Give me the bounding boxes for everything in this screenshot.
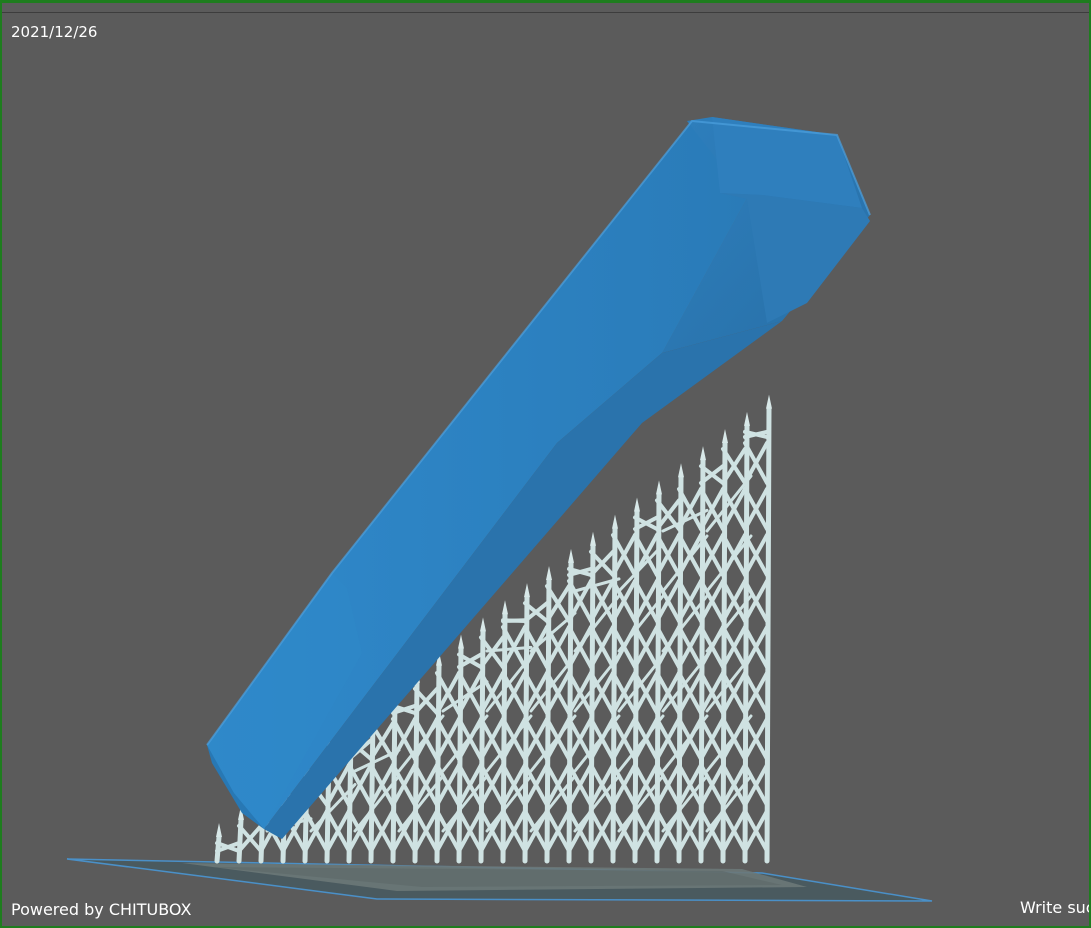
powered-by-label: Powered by CHITUBOX bbox=[11, 900, 192, 919]
support-tip bbox=[722, 428, 728, 443]
support-tip bbox=[700, 446, 706, 461]
support-tip bbox=[744, 411, 750, 426]
support-tip bbox=[502, 600, 508, 615]
support-tip bbox=[612, 514, 618, 529]
support-tip bbox=[546, 566, 552, 581]
support-tip bbox=[480, 617, 486, 632]
support-tip bbox=[524, 583, 530, 598]
support-strut bbox=[522, 594, 530, 864]
support-strut bbox=[764, 406, 772, 864]
support-tip bbox=[656, 480, 662, 495]
support-tip bbox=[678, 463, 684, 478]
scene-canvas[interactable] bbox=[2, 3, 1089, 928]
support-tip bbox=[216, 823, 222, 837]
support-tip bbox=[634, 497, 640, 512]
3d-viewport[interactable]: 2021/12/26 Powered by CHITUBOX Write suc bbox=[0, 0, 1091, 928]
date-label: 2021/12/26 bbox=[11, 23, 98, 41]
support-tip bbox=[766, 394, 772, 409]
support-tip bbox=[590, 531, 596, 546]
support-tip bbox=[458, 634, 464, 649]
build-plate bbox=[66, 858, 933, 902]
support-tip bbox=[568, 548, 574, 563]
status-message: Write suc bbox=[1020, 898, 1091, 917]
support-strut bbox=[501, 618, 527, 623]
support-strut bbox=[500, 611, 508, 864]
